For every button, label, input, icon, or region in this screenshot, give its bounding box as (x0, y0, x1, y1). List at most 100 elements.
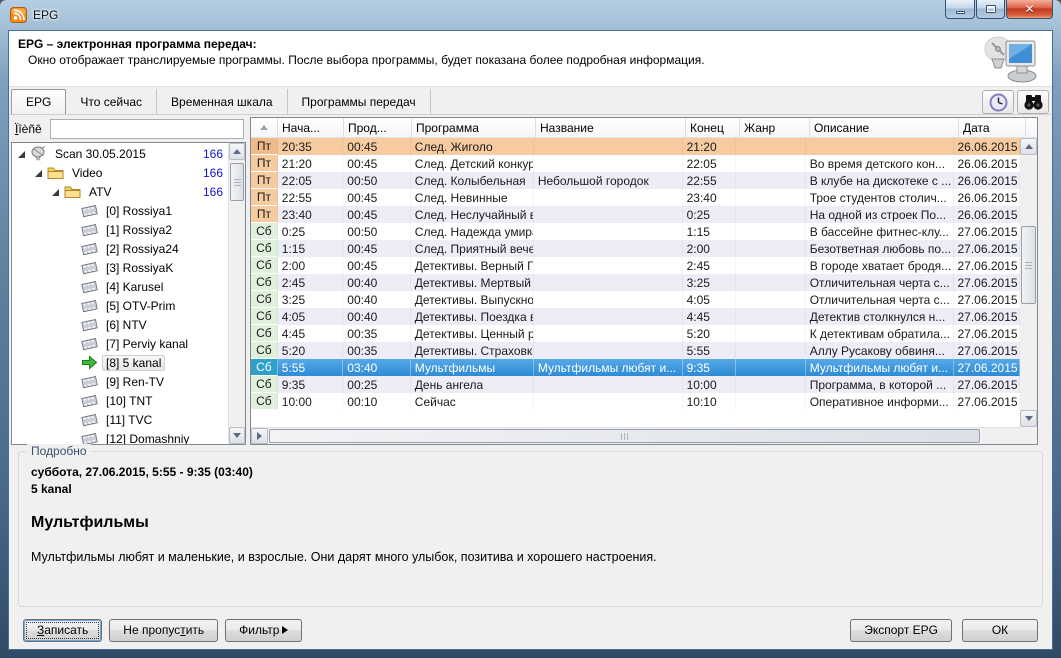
cell-program: Детективы. Страховка (411, 342, 534, 359)
binoculars-icon (1023, 94, 1044, 111)
cell-end: 10:10 (683, 393, 737, 410)
search-input[interactable] (50, 119, 244, 139)
table-hscroll-thumb[interactable] (269, 429, 980, 443)
table-row[interactable]: Пт22:5500:45След. Невинные23:40Трое студ… (251, 189, 1020, 206)
table-row[interactable]: Сб4:4500:35Детективы. Ценный ре...5:20К … (251, 325, 1020, 342)
cell-dur: 00:35 (343, 342, 411, 359)
cell-day: Сб (251, 223, 278, 240)
table-vscroll-thumb[interactable] (1021, 226, 1036, 304)
cell-start: 21:20 (278, 155, 344, 172)
dont-miss-button[interactable]: Не пропустить (109, 619, 218, 642)
table-row[interactable]: Сб1:1500:45След. Приятный вечер2:00Безот… (251, 240, 1020, 257)
cell-program: Сейчас (411, 393, 534, 410)
scroll-right-button[interactable] (251, 428, 268, 444)
scroll-down-button[interactable] (1020, 410, 1037, 427)
tree-item[interactable]: [5] OTV-Prim (12, 296, 228, 315)
table-row[interactable]: Сб4:0500:40Детективы. Поездка в ...4:45Д… (251, 308, 1020, 325)
scroll-up-button[interactable] (1020, 138, 1037, 155)
tree-item[interactable]: [4] Karusel (12, 277, 228, 296)
title-bar[interactable]: EPG ✕ (0, 0, 1061, 30)
tree-item[interactable]: [2] Rossiya24 (12, 239, 228, 258)
column-header-8[interactable]: Дата (959, 118, 1026, 137)
ok-button[interactable]: ОК (962, 619, 1038, 642)
tree-item[interactable]: ATV166 (12, 182, 228, 201)
cell-day: Сб (251, 325, 278, 342)
expand-collapse-icon[interactable] (33, 168, 43, 178)
tree-item-label: [10] TNT (102, 393, 156, 409)
table-row[interactable]: Сб10:0000:10Сейчас10:10Оперативное инфор… (251, 393, 1020, 410)
cell-date: 27.06.2015 (954, 308, 1021, 325)
column-header-3[interactable]: Программа (412, 118, 536, 137)
cell-program: Детективы. Ценный ре... (411, 325, 534, 342)
table-row[interactable]: Сб2:0000:45Детективы. Верный Гри...2:45В… (251, 257, 1020, 274)
cell-date: 26.06.2015 (954, 189, 1021, 206)
close-button[interactable]: ✕ (1006, 0, 1053, 19)
cell-program: След. Приятный вечер (411, 240, 534, 257)
scroll-up-button[interactable] (229, 143, 245, 160)
table-row[interactable]: Пт23:4000:45След. Неслучайный вз...0:25Н… (251, 206, 1020, 223)
tree-item[interactable]: Scan 30.05.2015166 (12, 144, 228, 163)
tab-программы-передач[interactable]: Программы передач (288, 89, 431, 114)
maximize-button[interactable] (976, 0, 1005, 19)
tab-что-сейчас[interactable]: Что сейчас (66, 89, 157, 114)
cell-day: Сб (251, 359, 278, 376)
table-header[interactable]: Нача...Прод...ПрограммаНазваниеКонецЖанр… (251, 118, 1037, 138)
app-icon (10, 7, 27, 23)
column-header-sort[interactable] (251, 118, 278, 137)
tree-item-label: [12] Domashniy (102, 431, 193, 445)
cell-desc: Оперативное информи... (806, 393, 954, 410)
tree-item-label: [7] Perviy kanal (102, 336, 192, 352)
scroll-down-button[interactable] (229, 427, 245, 444)
table-row[interactable]: Сб5:5503:40МультфильмыМультфильмы любят … (251, 359, 1020, 376)
tree-item[interactable]: [11] TVC (12, 410, 228, 429)
timeline-clock-button[interactable] (982, 90, 1014, 114)
column-header-1[interactable]: Нача... (278, 118, 344, 137)
tree-item[interactable]: [9] Ren-TV (12, 372, 228, 391)
tab-epg[interactable]: EPG (11, 89, 66, 114)
table-row[interactable]: Сб9:3500:25День ангела10:00Программа, в … (251, 376, 1020, 393)
cell-dur: 00:40 (343, 291, 411, 308)
tree-vertical-scrollbar[interactable] (228, 143, 245, 444)
tree-item[interactable]: [3] RossiyaK (12, 258, 228, 277)
column-header-7[interactable]: Описание (810, 118, 959, 137)
expand-collapse-icon[interactable] (50, 187, 60, 197)
table-horizontal-scrollbar[interactable] (251, 427, 1020, 444)
cell-desc: В городе хватает бродя... (806, 257, 954, 274)
cell-date: 26.06.2015 (954, 138, 1021, 155)
search-binoculars-button[interactable] (1017, 90, 1049, 114)
table-row[interactable]: Пт22:0500:50След. КолыбельнаяНебольшой г… (251, 172, 1020, 189)
column-header-5[interactable]: Конец (686, 118, 740, 137)
cell-start: 22:05 (278, 172, 344, 189)
tree-item[interactable]: [1] Rossiya2 (12, 220, 228, 239)
table-vertical-scrollbar[interactable] (1020, 138, 1037, 427)
cell-start: 10:00 (278, 393, 344, 410)
table-row[interactable]: Сб2:4500:40Детективы. Мертвый гл...3:25О… (251, 274, 1020, 291)
cell-end: 21:20 (683, 138, 737, 155)
filter-button[interactable]: Фильтр (225, 619, 302, 642)
tree-item-label: [9] Ren-TV (102, 374, 168, 390)
tree-item[interactable]: [12] Domashniy (12, 429, 228, 444)
expand-collapse-icon[interactable] (16, 149, 26, 159)
table-row[interactable]: Сб3:2500:40Детективы. Выпускной4:05Отлич… (251, 291, 1020, 308)
column-header-6[interactable]: Жанр (740, 118, 810, 137)
minimize-button[interactable] (945, 0, 975, 19)
tree-item[interactable]: Video166 (12, 163, 228, 182)
cell-day: Сб (251, 257, 278, 274)
export-epg-button[interactable]: Экспорт EPG (850, 619, 952, 642)
record-button[interactable]: Записать (23, 619, 102, 642)
tree-item[interactable]: [10] TNT (12, 391, 228, 410)
table-row[interactable]: Сб0:2500:50След. Надежда умирает...1:15В… (251, 223, 1020, 240)
tab-временная-шкала[interactable]: Временная шкала (157, 89, 288, 114)
table-row[interactable]: Сб5:2000:35Детективы. Страховка5:55Аллу … (251, 342, 1020, 359)
tree-scroll-thumb[interactable] (230, 163, 244, 201)
tree-item[interactable]: [7] Perviy kanal (12, 334, 228, 353)
tree-item[interactable]: [8] 5 kanal (12, 353, 228, 372)
column-header-4[interactable]: Название (536, 118, 686, 137)
column-header-2[interactable]: Прод... (344, 118, 412, 137)
cell-start: 9:35 (278, 376, 344, 393)
tree-item[interactable]: [0] Rossiya1 (12, 201, 228, 220)
tree-item[interactable]: [6] NTV (12, 315, 228, 334)
table-row[interactable]: Пт21:2000:45След. Детский конкурс ...22:… (251, 155, 1020, 172)
cell-start: 2:45 (278, 274, 344, 291)
table-row[interactable]: Пт20:3500:45След. Жиголо21:2026.06.2015 (251, 138, 1020, 155)
